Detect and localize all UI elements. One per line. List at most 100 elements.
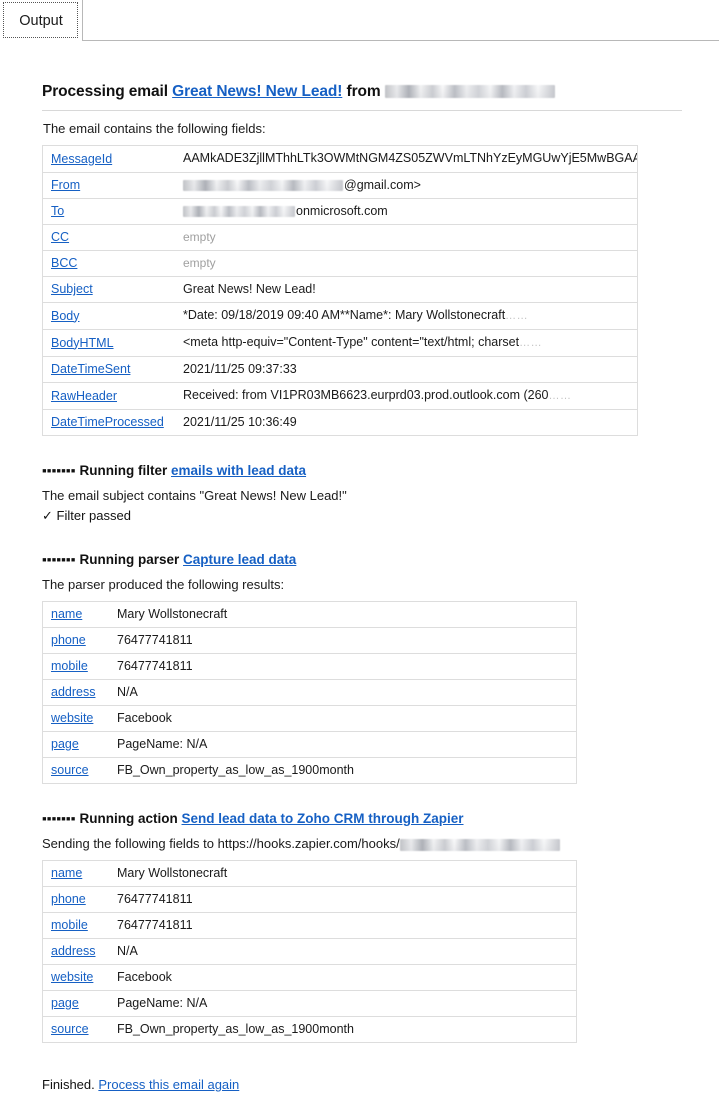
action-field-link-phone[interactable]: phone	[51, 892, 86, 906]
field-value-cell: @gmail.com>	[175, 172, 638, 199]
action-field-value-page: PageName: N/A	[109, 990, 577, 1017]
field-value-cell: onmicrosoft.com	[175, 198, 638, 225]
parser-field-value-source: FB_Own_property_as_low_as_1900month	[109, 757, 577, 784]
field-key-cell: phone	[42, 627, 109, 654]
email-fields-table: MessageId AAMkADE3ZjllMThhLTk3OWMtNGM4ZS…	[42, 145, 638, 436]
truncation-ellipsis: ……	[548, 390, 572, 402]
table-row: page PageName: N/A	[42, 731, 577, 758]
parser-field-link-address[interactable]: address	[51, 685, 95, 699]
table-row: mobile 76477741811	[42, 912, 577, 939]
field-key-cell: From	[42, 172, 175, 199]
field-link-cc[interactable]: CC	[51, 230, 69, 244]
parser-field-link-name[interactable]: name	[51, 607, 82, 621]
to-redacted-block	[183, 206, 295, 218]
field-key-cell: name	[42, 601, 109, 628]
field-link-bodyhtml[interactable]: BodyHTML	[51, 336, 114, 350]
page-title: Processing email Great News! New Lead! f…	[42, 82, 682, 111]
finished-line: Finished. Process this email again	[42, 1076, 682, 1094]
tab-strip: Output	[0, 0, 719, 41]
truncation-ellipsis: ……	[505, 310, 529, 322]
action-field-link-page[interactable]: page	[51, 996, 79, 1010]
field-link-from[interactable]: From	[51, 178, 80, 192]
action-field-value-name: Mary Wollstonecraft	[109, 860, 577, 887]
parser-field-link-page[interactable]: page	[51, 737, 79, 751]
field-link-subject[interactable]: Subject	[51, 282, 93, 296]
field-value-bcc: empty	[175, 250, 638, 277]
field-key-cell: website	[42, 705, 109, 732]
table-row: name Mary Wollstonecraft	[42, 601, 577, 628]
output-content: Processing email Great News! New Lead! f…	[42, 82, 682, 1094]
table-row: page PageName: N/A	[42, 990, 577, 1017]
table-row: address N/A	[42, 938, 577, 965]
parser-field-link-mobile[interactable]: mobile	[51, 659, 88, 673]
field-value-cell: *Date: 09/18/2019 09:40 AM**Name*: Mary …	[175, 302, 638, 330]
table-row: Subject Great News! New Lead!	[42, 276, 638, 303]
field-key-cell: Subject	[42, 276, 175, 303]
webhook-url-redacted-block	[399, 838, 560, 851]
field-link-datetimesent[interactable]: DateTimeSent	[51, 362, 130, 376]
field-link-bcc[interactable]: BCC	[51, 256, 77, 270]
field-link-to[interactable]: To	[51, 204, 64, 218]
field-key-cell: name	[42, 860, 109, 887]
field-value-cell: <meta http-equiv="Content-Type" content=…	[175, 329, 638, 357]
field-link-datetimeprocessed[interactable]: DateTimeProcessed	[51, 415, 164, 429]
field-key-cell: page	[42, 731, 109, 758]
step-bullet-dots: ▪▪▪▪▪▪▪	[42, 552, 76, 567]
parser-field-value-page: PageName: N/A	[109, 731, 577, 758]
field-key-cell: address	[42, 938, 109, 965]
field-key-cell: mobile	[42, 912, 109, 939]
from-redacted-block	[183, 180, 343, 192]
table-row: source FB_Own_property_as_low_as_1900mon…	[42, 1016, 577, 1043]
action-field-link-name[interactable]: name	[51, 866, 82, 880]
parser-field-value-website: Facebook	[109, 705, 577, 732]
field-key-cell: Body	[42, 302, 175, 330]
field-link-body[interactable]: Body	[51, 309, 80, 323]
table-row: DateTimeSent 2021/11/25 09:37:33	[42, 356, 638, 383]
action-fields-body: name Mary Wollstonecraft phone 764777418…	[42, 860, 577, 1043]
field-value-cell: Received: from VI1PR03MB6623.eurprd03.pr…	[175, 382, 638, 410]
action-field-link-mobile[interactable]: mobile	[51, 918, 88, 932]
field-value-datetimesent: 2021/11/25 09:37:33	[175, 356, 638, 383]
table-row: MessageId AAMkADE3ZjllMThhLTk3OWMtNGM4ZS…	[42, 145, 638, 173]
parser-field-link-website[interactable]: website	[51, 711, 93, 725]
parser-field-value-phone: 76477741811	[109, 627, 577, 654]
field-link-messageid[interactable]: MessageId	[51, 152, 112, 166]
field-key-cell: source	[42, 757, 109, 784]
action-link[interactable]: Send lead data to Zoho CRM through Zapie…	[182, 811, 464, 826]
filter-result-line: ✓ Filter passed	[42, 507, 682, 525]
table-row: phone 76477741811	[42, 886, 577, 913]
email-subject-link[interactable]: Great News! New Lead!	[172, 83, 342, 100]
table-row: phone 76477741811	[42, 627, 577, 654]
field-key-cell: mobile	[42, 653, 109, 680]
table-row: website Facebook	[42, 705, 577, 732]
filter-step-heading: ▪▪▪▪▪▪▪ Running filter emails with lead d…	[42, 462, 682, 480]
email-fields-body: MessageId AAMkADE3ZjllMThhLTk3OWMtNGM4ZS…	[42, 145, 638, 436]
action-field-link-source[interactable]: source	[51, 1022, 89, 1036]
sender-redacted-block	[384, 85, 555, 99]
parser-field-value-mobile: 76477741811	[109, 653, 577, 680]
filter-step-label: Running filter	[79, 463, 168, 478]
field-key-cell: phone	[42, 886, 109, 913]
field-value-body: *Date: 09/18/2019 09:40 AM**Name*: Mary …	[183, 308, 506, 322]
parser-field-link-source[interactable]: source	[51, 763, 89, 777]
process-again-link[interactable]: Process this email again	[98, 1077, 239, 1092]
parser-step-heading: ▪▪▪▪▪▪▪ Running parser Capture lead data	[42, 551, 682, 569]
truncation-ellipsis: ……	[519, 337, 543, 349]
action-field-value-address: N/A	[109, 938, 577, 965]
parser-field-value-address: N/A	[109, 679, 577, 706]
parser-link[interactable]: Capture lead data	[183, 552, 296, 567]
field-value-cc: empty	[175, 224, 638, 251]
field-link-rawheader[interactable]: RawHeader	[51, 389, 117, 403]
table-row: Body *Date: 09/18/2019 09:40 AM**Name*: …	[42, 302, 638, 330]
parser-field-link-phone[interactable]: phone	[51, 633, 86, 647]
email-fields-intro: The email contains the following fields:	[43, 121, 266, 136]
action-step-label: Running action	[79, 811, 178, 826]
action-field-value-mobile: 76477741811	[109, 912, 577, 939]
action-description-line: Sending the following fields to https://…	[42, 835, 682, 853]
action-field-link-website[interactable]: website	[51, 970, 93, 984]
action-field-link-address[interactable]: address	[51, 944, 95, 958]
page-title-prefix: Processing email	[42, 83, 168, 100]
tab-output[interactable]: Output	[0, 0, 83, 41]
step-bullet-dots: ▪▪▪▪▪▪▪	[42, 811, 76, 826]
filter-link[interactable]: emails with lead data	[171, 463, 306, 478]
